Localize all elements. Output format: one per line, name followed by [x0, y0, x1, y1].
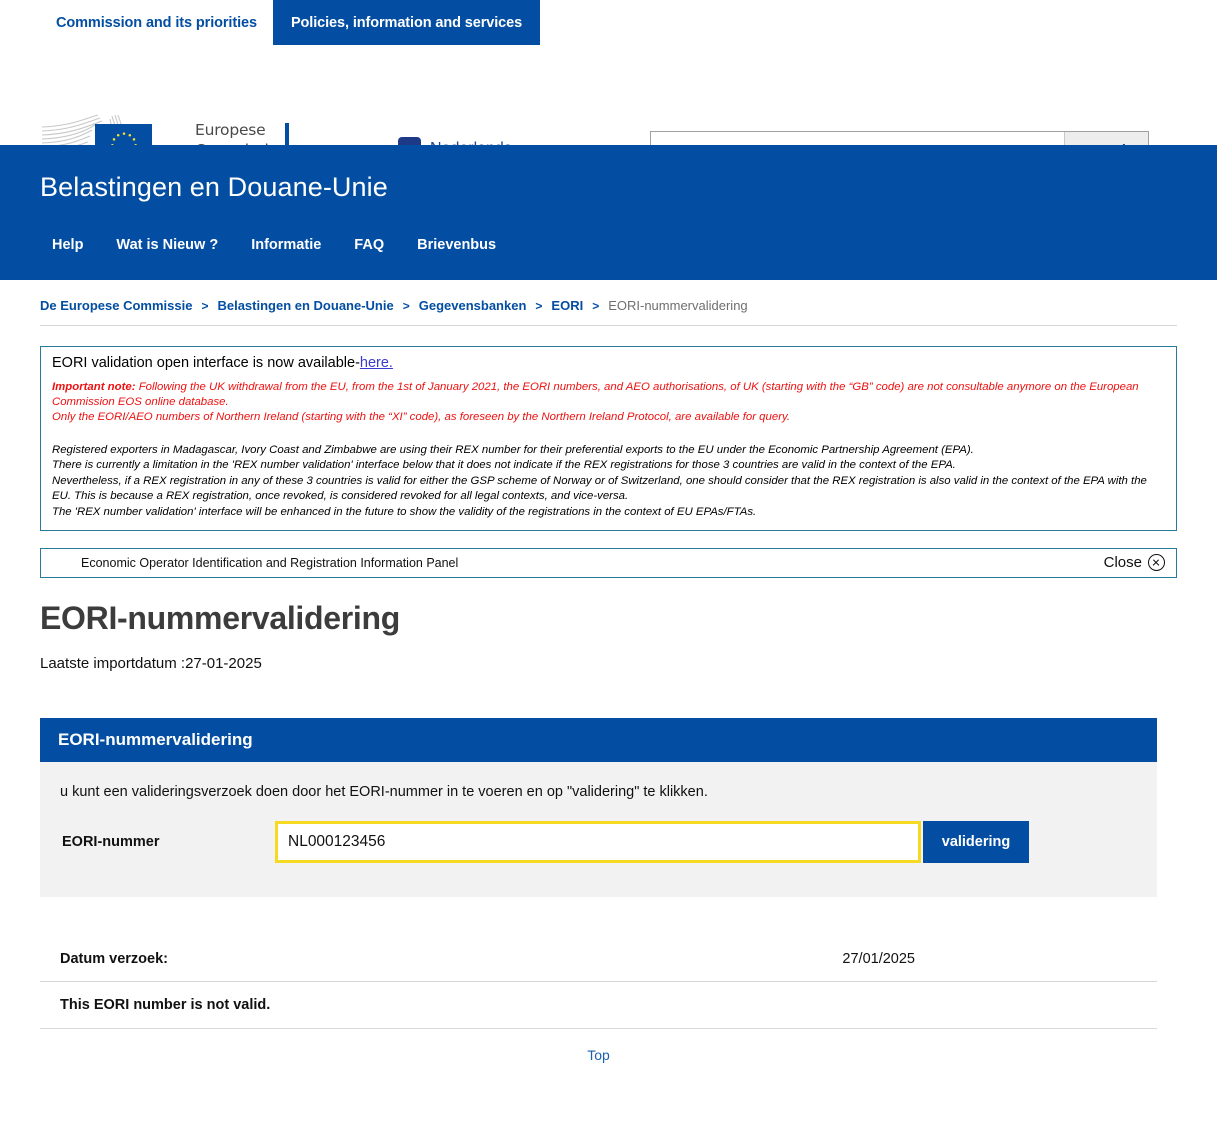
- eori-validation-card: EORI-nummervalidering u kunt een valider…: [40, 717, 1157, 897]
- result-row-datum-verzoek: Datum verzoek: 27/01/2025: [40, 937, 1157, 982]
- nav-item-brievenbus[interactable]: Brievenbus: [417, 237, 496, 253]
- notice-important-line-1: Important note: Following the UK withdra…: [52, 380, 1165, 410]
- result-label: Datum verzoek:: [60, 950, 168, 967]
- breadcrumb: De Europese Commissie > Belastingen en D…: [0, 280, 1217, 313]
- open-interface-link[interactable]: here.: [360, 355, 393, 371]
- panel-bar-label: Economic Operator Identification and Reg…: [81, 555, 459, 570]
- tab-commission-and-priorities[interactable]: Commission and its priorities: [40, 0, 273, 45]
- card-body: u kunt een valideringsverzoek doen door …: [40, 762, 1157, 897]
- card-heading: EORI-nummervalidering: [40, 717, 1157, 762]
- notice-red-text-1: Following the UK withdrawal from the EU,…: [52, 380, 1139, 408]
- validation-results: Datum verzoek: 27/01/2025 This EORI numb…: [40, 937, 1157, 1063]
- nav-item-help[interactable]: Help: [52, 237, 83, 253]
- breadcrumb-divider: [40, 325, 1177, 326]
- notice-headline: EORI validation open interface is now av…: [52, 354, 1165, 374]
- tab-policies-information-services[interactable]: Policies, information and services: [272, 0, 541, 45]
- breadcrumb-item-commissie[interactable]: De Europese Commissie: [40, 298, 192, 313]
- notice-black-text-4: The 'REX number validation' interface wi…: [52, 505, 757, 518]
- global-top-tabs: Commission and its priorities Policies, …: [0, 0, 1217, 45]
- breadcrumb-separator-icon: >: [201, 298, 209, 313]
- result-value: 27/01/2025: [842, 950, 915, 967]
- notice-headline-text: EORI validation open interface is now av…: [52, 355, 360, 371]
- site-title: Belastingen en Douane-Unie: [40, 172, 388, 202]
- panel-close-button[interactable]: Close: [1103, 554, 1165, 572]
- last-import-date: Laatste importdatum :27-01-2025: [40, 654, 262, 672]
- page-title: EORI-nummervalidering: [40, 599, 400, 636]
- close-icon: [1148, 554, 1165, 572]
- eori-form-row: EORI-nummer validering: [60, 820, 1157, 863]
- important-note-label: Important note:: [52, 380, 136, 393]
- breadcrumb-item-gegevensbanken[interactable]: Gegevensbanken: [419, 298, 527, 313]
- top-link[interactable]: Top: [587, 1047, 610, 1063]
- breadcrumb-separator-icon: >: [592, 298, 600, 313]
- breadcrumb-current: EORI-nummervalidering: [608, 298, 748, 313]
- utility-bar: Europese Commissie NL Nederlands Search: [0, 45, 1217, 173]
- breadcrumb-separator-icon: >: [402, 298, 410, 313]
- breadcrumb-item-belastingen[interactable]: Belastingen en Douane-Unie: [217, 298, 393, 313]
- notice-black-text-1: Registered exporters in Madagascar, Ivor…: [52, 444, 974, 457]
- notice-important-block: Important note: Following the UK withdra…: [52, 380, 1165, 425]
- tab-label: Policies, information and services: [290, 14, 523, 31]
- notice-box: EORI validation open interface is now av…: [40, 346, 1177, 531]
- eori-number-label: EORI-nummer: [62, 833, 160, 850]
- eos-panel-bar: Economic Operator Identification and Reg…: [40, 547, 1177, 578]
- notice-black-text-2: There is currently a limitation in the '…: [52, 459, 956, 472]
- back-to-top: Top: [40, 1047, 1157, 1063]
- validation-status-message: This EORI number is not valid.: [40, 982, 1157, 1029]
- logo-line-1: Europese: [195, 121, 266, 139]
- notice-black-text-3: Nevertheless, if a REX registration in a…: [52, 474, 1147, 503]
- tab-label: Commission and its priorities: [56, 14, 257, 31]
- breadcrumb-item-eori[interactable]: EORI: [551, 298, 583, 313]
- nav-item-faq[interactable]: FAQ: [354, 237, 384, 253]
- validering-button[interactable]: validering: [923, 820, 1029, 863]
- notice-rex-block: Registered exporters in Madagascar, Ivor…: [52, 443, 1165, 520]
- breadcrumb-separator-icon: >: [535, 298, 543, 313]
- close-label: Close: [1103, 554, 1142, 572]
- nav-item-informatie[interactable]: Informatie: [251, 237, 321, 253]
- card-hint-text: u kunt een valideringsverzoek doen door …: [60, 783, 708, 800]
- site-banner: Belastingen en Douane-Unie Help Wat is N…: [0, 145, 1217, 280]
- nav-item-wat-is-nieuw[interactable]: Wat is Nieuw ?: [116, 237, 218, 253]
- notice-red-text-2: Only the EORI/AEO numbers of Northern Ir…: [52, 410, 790, 423]
- site-nav: Help Wat is Nieuw ? Informatie FAQ Briev…: [52, 237, 496, 253]
- eori-number-input[interactable]: [275, 820, 921, 863]
